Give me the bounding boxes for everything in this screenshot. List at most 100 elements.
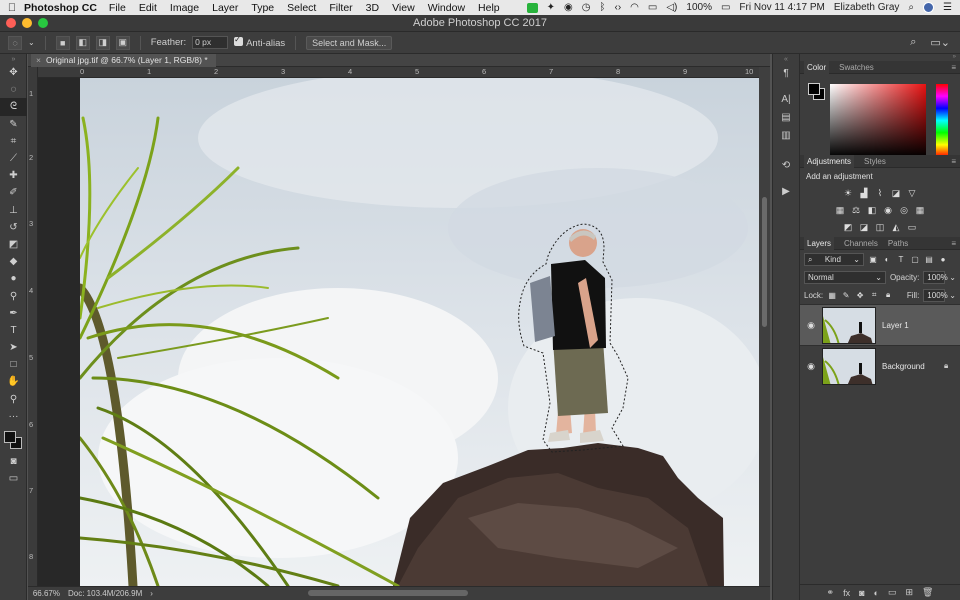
tab-color[interactable]: Color [804,60,830,74]
tab-channels[interactable]: Channels [844,239,878,248]
character-panel-icon[interactable]: A| [773,90,799,108]
battery-icon[interactable]: ▭ [721,2,730,13]
color-balance-icon[interactable]: ⚖ [850,205,862,217]
libraries-panel-icon[interactable]: ▥ [773,126,799,144]
subtract-selection-icon[interactable]: ◨ [95,35,110,50]
quick-selection-tool-icon[interactable]: ✎ [0,116,27,133]
vibrance-icon[interactable]: ▽ [906,188,918,200]
paragraph-panel-icon[interactable]: ¶ [773,64,799,82]
blur-tool-icon[interactable]: ● [0,270,27,287]
menu-app-name[interactable]: Photoshop CC [24,2,97,14]
menu-3d[interactable]: 3D [366,2,379,14]
lock-position-icon[interactable]: ✥ [855,290,865,300]
menu-image[interactable]: Image [170,2,199,14]
hue-slider[interactable] [936,84,948,157]
curves-icon[interactable]: ⌇ [874,188,886,200]
crop-tool-icon[interactable]: ⌗ [0,133,27,150]
tab-adjustments[interactable]: Adjustments [804,154,855,168]
battery-percent[interactable]: 100% [686,2,712,13]
brush-tool-icon[interactable]: ✐ [0,184,27,201]
quick-mask-icon[interactable]: ◙ [0,453,27,470]
layer-style-icon[interactable]: fx [843,588,850,598]
doc-size[interactable]: Doc: 103.4M/206.9M [68,589,142,598]
menu-filter[interactable]: Filter [329,2,352,14]
lasso-tool-icon[interactable]: ᘓ [0,98,27,116]
lock-all-icon[interactable]: 🔒︎ [883,290,893,300]
lock-artboard-icon[interactable]: ⌗ [869,290,879,300]
filter-pixel-icon[interactable]: ▣ [868,254,878,264]
new-group-icon[interactable]: ▭ [888,587,897,598]
menu-user[interactable]: Elizabeth Gray [834,2,900,13]
exposure-icon[interactable]: ◪ [890,188,902,200]
menu-select[interactable]: Select [287,2,316,14]
wifi-icon[interactable]: ◠ [630,2,639,13]
bluetooth-icon[interactable]: ᛒ [600,2,606,13]
panel-menu-icon[interactable]: ≡ [951,157,960,166]
black-white-icon[interactable]: ◧ [866,205,878,217]
menu-help[interactable]: Help [478,2,500,14]
add-selection-icon[interactable]: ◧ [75,35,90,50]
invert-icon[interactable]: ◩ [842,222,854,234]
layer-filter-select[interactable]: ⌕ Kind ⌄ [804,252,864,266]
new-adjustment-layer-icon[interactable]: ◐ [874,588,879,598]
apple-icon[interactable]:  [0,2,24,14]
channel-mixer-icon[interactable]: ◎ [898,205,910,217]
layer-name[interactable]: Background [882,362,944,371]
tab-styles[interactable]: Styles [864,157,886,166]
intersect-selection-icon[interactable]: ▣ [115,35,130,50]
history-brush-tool-icon[interactable]: ↺ [0,219,27,236]
move-tool-icon[interactable]: ✥ [0,64,27,81]
preset-chevron-icon[interactable]: ⌄ [28,38,35,47]
menu-view[interactable]: View [392,2,415,14]
color-swatches[interactable] [0,425,27,453]
color-picker-field[interactable] [830,84,926,157]
properties-panel-icon[interactable]: ▤ [773,108,799,126]
filter-toggle-icon[interactable]: ● [938,254,948,264]
search-icon[interactable]: ⌕ [910,36,916,49]
filter-smart-icon[interactable]: ▤ [924,254,934,264]
panel-menu-icon[interactable]: ≡ [951,239,960,248]
dropbox-icon[interactable]: ✦ [547,2,555,13]
clone-stamp-tool-icon[interactable]: ⊥ [0,202,27,219]
filter-type-icon[interactable]: T [896,254,906,264]
screen-mode-icon[interactable]: ▭ [0,470,27,487]
add-mask-icon[interactable]: ◙ [859,588,864,598]
menu-type[interactable]: Type [251,2,274,14]
notification-center-icon[interactable]: ☰ [943,2,952,13]
ruler-horizontal[interactable]: 0 1 2 3 4 5 6 7 8 9 10 [38,67,759,78]
workspace-icon[interactable]: ▭⌄ [930,36,950,49]
menu-file[interactable]: File [109,2,126,14]
select-and-mask-button[interactable]: Select and Mask... [306,35,393,50]
opacity-input[interactable]: 100% [923,270,948,284]
menu-clock[interactable]: Fri Nov 11 4:17 PM [739,2,824,13]
panel-menu-icon[interactable]: ≡ [951,63,960,72]
type-tool-icon[interactable]: T [0,322,27,339]
selective-color-icon[interactable]: ◭ [890,222,902,234]
visibility-eye-icon[interactable]: ◉ [800,320,822,331]
more-tools-icon[interactable]: ··· [0,408,27,425]
lock-transparent-icon[interactable]: ▦ [827,290,837,300]
lock-image-icon[interactable]: ✎ [841,290,851,300]
eyedropper-tool-icon[interactable]: ⟋ [0,150,27,167]
close-tab-icon[interactable]: × [36,55,41,65]
menu-layer[interactable]: Layer [212,2,238,14]
strip-collapse-icon[interactable]: « [773,54,799,64]
eraser-tool-icon[interactable]: ◩ [0,236,27,253]
volume-icon[interactable]: ◁) [666,2,677,13]
evernote-icon[interactable]: ◉ [564,2,573,13]
gradient-map-icon[interactable]: ▭ [906,222,918,234]
antialias-checkbox[interactable]: Anti-alias [234,35,285,49]
filter-shape-icon[interactable]: ▢ [910,254,920,264]
layer-row-background[interactable]: ◉ Background 🔒︎ [800,345,960,386]
healing-brush-tool-icon[interactable]: ✚ [0,167,27,184]
menu-window[interactable]: Window [428,2,465,14]
zoom-tool-icon[interactable]: ⚲ [0,391,27,408]
ruler-vertical[interactable]: 1 2 3 4 5 6 7 8 [28,67,38,586]
marquee-tool-icon[interactable]: ◌ [0,81,27,98]
vertical-scroll-thumb[interactable] [762,197,767,327]
hue-saturation-icon[interactable]: ▦ [834,205,846,217]
tab-swatches[interactable]: Swatches [839,63,874,72]
new-layer-icon[interactable]: ⊞ [905,587,913,598]
posterize-icon[interactable]: ◪ [858,222,870,234]
spotlight-icon[interactable]: ⌕ [908,2,914,13]
